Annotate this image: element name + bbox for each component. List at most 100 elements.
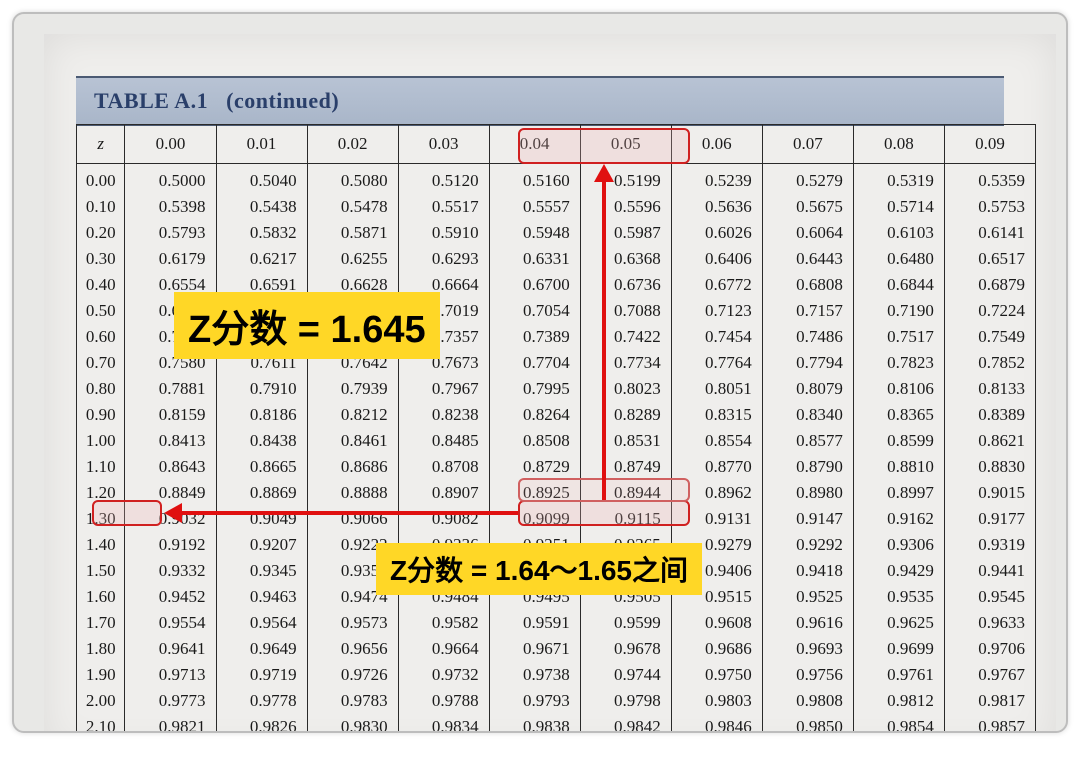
row-z-label: 0.90 <box>77 402 125 428</box>
cell: 0.9357 <box>307 558 398 584</box>
cell: 0.9778 <box>216 688 307 714</box>
row-z-label: 1.70 <box>77 610 125 636</box>
cell: 0.5793 <box>125 220 216 246</box>
cell: 0.7580 <box>125 350 216 376</box>
cell: 0.9192 <box>125 532 216 558</box>
cell: 0.7611 <box>216 350 307 376</box>
cell: 0.5636 <box>671 194 762 220</box>
table-row: 1.300.90320.90490.90660.90820.90990.9115… <box>77 506 1036 532</box>
cell: 0.9177 <box>944 506 1035 532</box>
cell: 0.5000 <box>125 164 216 195</box>
cell: 0.9738 <box>489 662 580 688</box>
cell: 0.9761 <box>853 662 944 688</box>
cell: 0.8997 <box>853 480 944 506</box>
cell: 0.5040 <box>216 164 307 195</box>
table-row: 0.900.81590.81860.82120.82380.82640.8289… <box>77 402 1036 428</box>
row-z-label: 1.80 <box>77 636 125 662</box>
cell: 0.5714 <box>853 194 944 220</box>
cell: 0.9162 <box>853 506 944 532</box>
cell: 0.9803 <box>671 688 762 714</box>
cell: 0.9625 <box>853 610 944 636</box>
cell: 0.6844 <box>853 272 944 298</box>
cell: 0.9251 <box>489 532 580 558</box>
row-z-label: 0.40 <box>77 272 125 298</box>
cell: 0.7224 <box>944 298 1035 324</box>
cell: 0.9732 <box>398 662 489 688</box>
cell: 0.5753 <box>944 194 1035 220</box>
cell: 0.8023 <box>580 376 671 402</box>
cell: 0.8554 <box>671 428 762 454</box>
cell: 0.6443 <box>762 246 853 272</box>
row-z-label: 0.60 <box>77 324 125 350</box>
cell: 0.9382 <box>489 558 580 584</box>
row-z-label: 0.50 <box>77 298 125 324</box>
cell: 0.9608 <box>671 610 762 636</box>
cell: 0.9846 <box>671 714 762 733</box>
cell: 0.8869 <box>216 480 307 506</box>
cell: 0.9484 <box>398 584 489 610</box>
cell: 0.9015 <box>944 480 1035 506</box>
cell: 0.6293 <box>398 246 489 272</box>
col-header: 0.09 <box>944 125 1035 164</box>
cell: 0.6808 <box>762 272 853 298</box>
cell: 0.7910 <box>216 376 307 402</box>
cell: 0.8729 <box>489 454 580 480</box>
cell: 0.7486 <box>762 324 853 350</box>
cell: 0.7794 <box>762 350 853 376</box>
table-row: 1.000.84130.84380.84610.84850.85080.8531… <box>77 428 1036 454</box>
col-header: 0.03 <box>398 125 489 164</box>
cell: 0.8238 <box>398 402 489 428</box>
cell: 0.7324 <box>307 324 398 350</box>
cell: 0.8962 <box>671 480 762 506</box>
cell: 0.7357 <box>398 324 489 350</box>
table-row: 2.000.97730.97780.97830.97880.97930.9798… <box>77 688 1036 714</box>
cell: 0.9756 <box>762 662 853 688</box>
cell: 0.9441 <box>944 558 1035 584</box>
cell: 0.8599 <box>853 428 944 454</box>
cell: 0.6368 <box>580 246 671 272</box>
cell: 0.9554 <box>125 610 216 636</box>
row-z-label: 1.60 <box>77 584 125 610</box>
cell: 0.9713 <box>125 662 216 688</box>
cell: 0.9808 <box>762 688 853 714</box>
cell: 0.9826 <box>216 714 307 733</box>
cell: 0.8340 <box>762 402 853 428</box>
cell: 0.9535 <box>853 584 944 610</box>
cell: 0.9452 <box>125 584 216 610</box>
cell: 0.9515 <box>671 584 762 610</box>
cell: 0.6772 <box>671 272 762 298</box>
col-header: 0.00 <box>125 125 216 164</box>
cell: 0.9573 <box>307 610 398 636</box>
cell: 0.8461 <box>307 428 398 454</box>
cell: 0.5675 <box>762 194 853 220</box>
cell: 0.8485 <box>398 428 489 454</box>
cell: 0.8186 <box>216 402 307 428</box>
cell: 0.9693 <box>762 636 853 662</box>
cell: 0.6141 <box>944 220 1035 246</box>
col-header: 0.06 <box>671 125 762 164</box>
cell: 0.5279 <box>762 164 853 195</box>
cell: 0.9850 <box>762 714 853 733</box>
cell: 0.5832 <box>216 220 307 246</box>
table-row: 1.800.96410.96490.96560.96640.96710.9678… <box>77 636 1036 662</box>
cell: 0.9319 <box>944 532 1035 558</box>
cell: 0.9370 <box>398 558 489 584</box>
cell: 0.9591 <box>489 610 580 636</box>
cell: 0.6950 <box>216 298 307 324</box>
cell: 0.9830 <box>307 714 398 733</box>
cell: 0.9474 <box>307 584 398 610</box>
cell: 0.6985 <box>307 298 398 324</box>
image-frame: TABLE A.1 (continued) z0.000.010.020.030… <box>12 12 1068 733</box>
cell: 0.6915 <box>125 298 216 324</box>
cell: 0.9817 <box>944 688 1035 714</box>
cell: 0.9429 <box>853 558 944 584</box>
row-z-label: 0.70 <box>77 350 125 376</box>
cell: 0.6331 <box>489 246 580 272</box>
table-title: TABLE A.1 <box>94 88 208 114</box>
row-z-label: 1.40 <box>77 532 125 558</box>
table-row: 1.500.93320.93450.93570.93700.93820.9394… <box>77 558 1036 584</box>
cell: 0.9115 <box>580 506 671 532</box>
cell: 0.7422 <box>580 324 671 350</box>
table-title-suffix: (continued) <box>226 88 339 114</box>
cell: 0.9616 <box>762 610 853 636</box>
